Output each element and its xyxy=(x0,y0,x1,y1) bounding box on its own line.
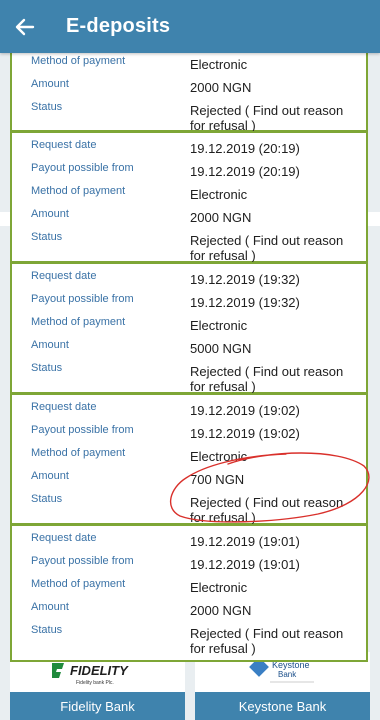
value-amount: 2000 NGN xyxy=(190,210,252,225)
app-bar: E-deposits xyxy=(0,0,380,53)
bank-name-fidelity: Fidelity Bank xyxy=(10,692,185,720)
label-request-date: Request date xyxy=(31,270,97,282)
label-request-date: Request date xyxy=(31,532,97,544)
svg-text:Fidelity bank Plc.: Fidelity bank Plc. xyxy=(76,680,114,686)
label-request-date: Request date xyxy=(31,139,97,151)
label-amount: Amount xyxy=(31,339,69,351)
deposit-card: Request date 19.12.2019 (19:32) Payout p… xyxy=(10,262,368,394)
page-title: E-deposits xyxy=(66,15,171,37)
deposit-card: Method of payment Electronic Amount 2000… xyxy=(10,48,368,133)
value-amount: 2000 NGN xyxy=(190,603,252,618)
value-status[interactable]: Rejected ( Find out reason for refusal ) xyxy=(190,103,360,133)
label-method: Method of payment xyxy=(31,185,126,197)
value-request-date: 19.12.2019 (19:02) xyxy=(190,403,300,418)
label-status: Status xyxy=(31,493,63,505)
label-status: Status xyxy=(31,231,63,243)
label-payout: Payout possible from xyxy=(31,555,134,567)
label-method: Method of payment xyxy=(31,447,126,459)
value-status[interactable]: Rejected ( Find out reason for refusal ) xyxy=(190,495,360,525)
value-method: Electronic xyxy=(190,187,248,202)
value-amount: 700 NGN xyxy=(190,472,245,487)
label-amount: Amount xyxy=(31,601,69,613)
label-status: Status xyxy=(31,624,63,636)
value-amount: 2000 NGN xyxy=(190,80,252,95)
label-method: Method of payment xyxy=(31,55,126,67)
deposit-card: Request date 19.12.2019 (19:01) Payout p… xyxy=(10,524,368,662)
deposit-card: Request date 19.12.2019 (20:19) Payout p… xyxy=(10,131,368,263)
bank-tile-fidelity[interactable]: FIDELITY Fidelity bank Plc. Fidelity Ban… xyxy=(10,652,185,720)
value-request-date: 19.12.2019 (19:01) xyxy=(190,534,300,549)
label-method: Method of payment xyxy=(31,578,126,590)
value-status[interactable]: Rejected ( Find out reason for refusal ) xyxy=(190,626,360,656)
value-payout: 19.12.2019 (19:32) xyxy=(190,295,300,310)
value-request-date: 19.12.2019 (19:32) xyxy=(190,272,300,287)
label-method: Method of payment xyxy=(31,316,126,328)
label-payout: Payout possible from xyxy=(31,162,134,174)
value-request-date: 19.12.2019 (20:19) xyxy=(190,141,300,156)
label-request-date: Request date xyxy=(31,401,97,413)
value-method: Electronic xyxy=(190,318,248,333)
value-payout: 19.12.2019 (19:01) xyxy=(190,557,300,572)
svg-text:FIDELITY: FIDELITY xyxy=(70,663,129,678)
value-status[interactable]: Rejected ( Find out reason for refusal ) xyxy=(190,233,360,263)
label-status: Status xyxy=(31,101,63,113)
value-payout: 19.12.2019 (19:02) xyxy=(190,426,300,441)
label-amount: Amount xyxy=(31,470,69,482)
bank-name-keystone: Keystone Bank xyxy=(195,692,370,720)
label-status: Status xyxy=(31,362,63,374)
bank-tile-keystone[interactable]: Keystone Bank Keystone Bank xyxy=(195,652,370,720)
label-payout: Payout possible from xyxy=(31,293,134,305)
value-method: Electronic xyxy=(190,57,248,72)
value-amount: 5000 NGN xyxy=(190,341,252,356)
value-payout: 19.12.2019 (20:19) xyxy=(190,164,300,179)
value-method: Electronic xyxy=(190,580,248,595)
value-status[interactable]: Rejected ( Find out reason for refusal ) xyxy=(190,364,360,394)
back-button[interactable] xyxy=(0,0,50,53)
label-payout: Payout possible from xyxy=(31,424,134,436)
label-amount: Amount xyxy=(31,78,69,90)
arrow-left-icon xyxy=(15,18,35,35)
svg-text:Bank: Bank xyxy=(278,670,297,679)
value-method: Electronic xyxy=(190,449,248,464)
label-amount: Amount xyxy=(31,208,69,220)
deposit-card: Request date 19.12.2019 (19:02) Payout p… xyxy=(10,393,368,525)
